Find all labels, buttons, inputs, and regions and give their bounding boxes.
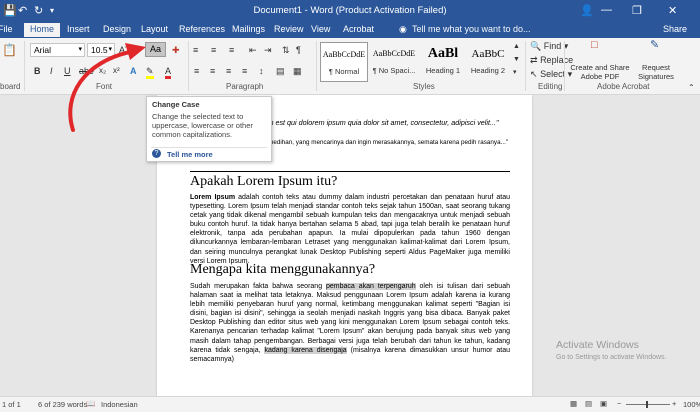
zoom-in-icon[interactable]: + [672, 399, 676, 408]
read-mode-icon[interactable]: ▦ [570, 399, 577, 408]
word-count[interactable]: 6 of 239 words [38, 400, 87, 409]
language[interactable]: Indonesian [101, 400, 138, 409]
red-arrow-annotation [68, 43, 146, 132]
zoom-out-icon[interactable]: − [617, 399, 621, 408]
zoom-slider[interactable] [626, 404, 670, 405]
zoom-slider-thumb[interactable] [646, 401, 648, 408]
page-count[interactable]: 1 of 1 [2, 400, 21, 409]
zoom-level[interactable]: 100% [683, 400, 700, 409]
web-layout-icon[interactable]: ▣ [600, 399, 607, 408]
proofing-icon[interactable]: 📖 [86, 399, 95, 408]
print-layout-icon[interactable]: ▤ [585, 399, 592, 408]
status-bar: 1 of 1 6 of 239 words 📖 Indonesian ▦ ▤ ▣… [0, 396, 700, 412]
